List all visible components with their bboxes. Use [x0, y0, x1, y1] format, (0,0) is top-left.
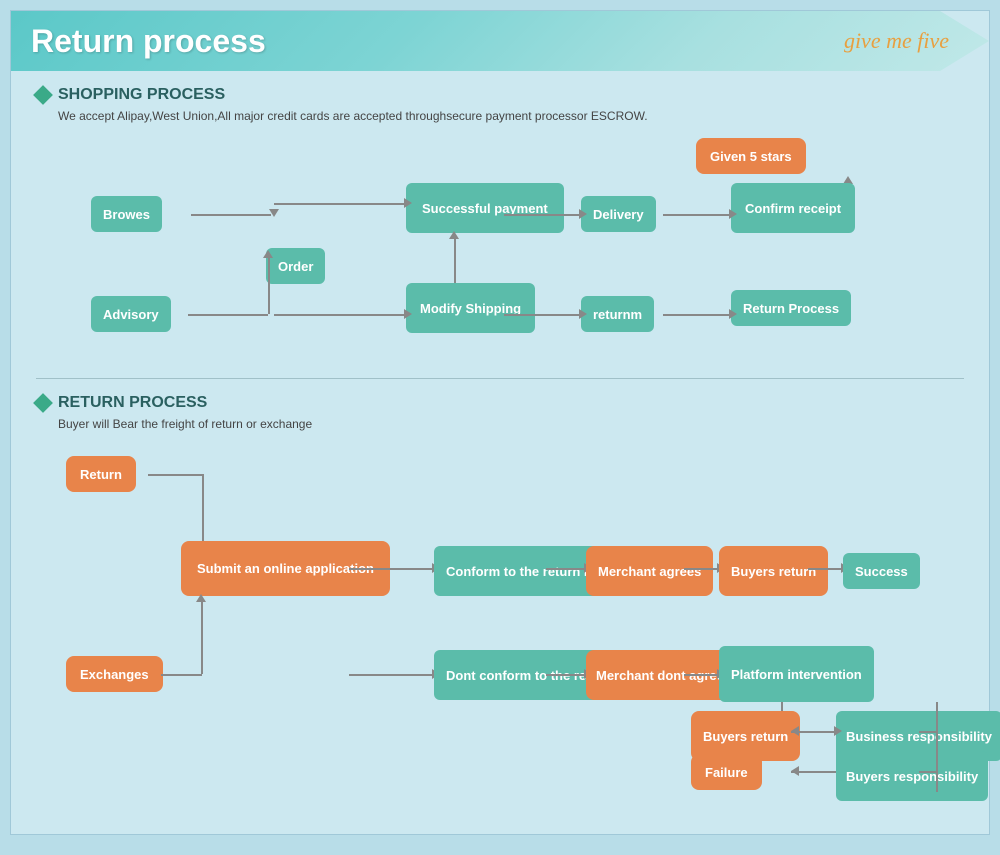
- given-5-stars-box: Given 5 stars: [696, 138, 806, 174]
- header-logo: give me five: [844, 28, 949, 54]
- confirm-receipt-box: Confirm receipt: [731, 183, 855, 233]
- shopping-section-header: SHOPPING PROCESS: [36, 86, 964, 104]
- exchanges-up-line: [201, 598, 203, 674]
- dont-to-merchant-dont-line: [546, 674, 586, 676]
- to-payment-arrow: [404, 198, 412, 208]
- modify-shipping-box: Modify Shipping: [406, 283, 535, 333]
- return-subtitle: Buyer will Bear the freight of return or…: [36, 417, 964, 431]
- to-payment-line: [274, 203, 406, 205]
- payment-to-delivery-arrow: [579, 209, 587, 219]
- modify-to-payment-line: [454, 235, 456, 283]
- confirm-receipt-label: Confirm receipt: [731, 183, 855, 233]
- return-process-box: Return Process: [731, 290, 851, 326]
- successful-payment-label: Successful payment: [406, 183, 564, 233]
- return-button-box: Return: [66, 456, 136, 492]
- buyers-responsibility-label: Buyers responsibility: [836, 751, 988, 801]
- return-btn-label: Return: [66, 456, 136, 492]
- return-process-label: Return Process: [731, 290, 851, 326]
- buyers-responsibility-box: Buyers responsibility: [836, 751, 988, 801]
- return-section-header: RETURN PROCESS: [36, 394, 964, 412]
- platform-intervention-label: Platform intervention: [719, 646, 874, 702]
- advisory-up-arrow: [263, 250, 273, 258]
- delivery-to-confirm-arrow: [729, 209, 737, 219]
- submit-to-conform-line: [349, 568, 434, 570]
- header-title: Return process: [31, 23, 266, 60]
- buyers-to-success-line: [808, 568, 843, 570]
- browes-arrow-down: [269, 209, 279, 217]
- delivery-to-confirm-line: [663, 214, 731, 216]
- modify-to-returnm-arrow: [579, 309, 587, 319]
- exchanges-label: Exchanges: [66, 656, 163, 692]
- platform-to-buyers-right-line: [919, 771, 936, 773]
- submit-to-dont-line: [349, 674, 434, 676]
- shopping-title: SHOPPING PROCESS: [58, 86, 225, 104]
- returnm-box: returnm: [581, 296, 654, 332]
- success-label: Success: [843, 553, 920, 589]
- main-container: Return process give me five SHOPPING PRO…: [10, 10, 990, 835]
- successful-payment-box: Successful payment: [406, 183, 564, 233]
- order-label: Order: [266, 248, 325, 284]
- modify-shipping-label: Modify Shipping: [406, 283, 535, 333]
- given-5-stars-label: Given 5 stars: [696, 138, 806, 174]
- to-modify-arrow: [404, 309, 412, 319]
- browes-label: Browes: [91, 196, 162, 232]
- merchant-agrees-box: Merchant agrees: [586, 546, 713, 596]
- advisory-box: Advisory: [91, 296, 171, 332]
- payment-to-delivery-line: [504, 214, 581, 216]
- modify-to-returnm-line: [504, 314, 581, 316]
- buyers-resp-to-failure-arrow: [791, 766, 799, 776]
- delivery-box: Delivery: [581, 196, 656, 232]
- buyers-return-label1: Buyers return: [719, 546, 828, 596]
- shopping-subtitle: We accept Alipay,West Union,All major cr…: [36, 109, 964, 123]
- advisory-label: Advisory: [91, 296, 171, 332]
- merchant-dont-to-platform-line: [684, 674, 719, 676]
- exchanges-box: Exchanges: [66, 656, 163, 692]
- delivery-label: Delivery: [581, 196, 656, 232]
- diamond-icon-return: [33, 393, 53, 413]
- browes-box: Browes: [91, 196, 162, 232]
- exchanges-up-arrow: [196, 594, 206, 602]
- platform-intervention-box: Platform intervention: [719, 646, 874, 702]
- advisory-right-line: [188, 314, 268, 316]
- advisory-up-line: [268, 254, 270, 314]
- platform-to-biz-right-line: [919, 731, 936, 733]
- order-box: Order: [266, 248, 325, 284]
- returnm-to-rp-line: [663, 314, 731, 316]
- exchanges-right-line: [161, 674, 202, 676]
- return-right-line: [148, 474, 203, 476]
- biz-to-buyers2-arrow: [791, 726, 799, 736]
- failure-label: Failure: [691, 754, 762, 790]
- platform-bracket-line: [936, 702, 938, 792]
- shopping-flow-diagram: Given 5 stars Browes Successful payment: [36, 138, 964, 358]
- success-box: Success: [843, 553, 920, 589]
- buyers-return-box1: Buyers return: [719, 546, 828, 596]
- returnm-label: returnm: [581, 296, 654, 332]
- modify-to-payment-arrow: [449, 231, 459, 239]
- to-modify-line: [274, 314, 406, 316]
- content-area: SHOPPING PROCESS We accept Alipay,West U…: [11, 71, 989, 811]
- returnm-to-rp-arrow: [729, 309, 737, 319]
- section-divider: [36, 378, 964, 379]
- return-title: RETURN PROCESS: [58, 394, 207, 412]
- conform-to-merchant-line: [546, 568, 586, 570]
- merchant-to-buyers-line: [684, 568, 719, 570]
- return-down-line: [202, 474, 204, 546]
- merchant-agrees-label: Merchant agrees: [586, 546, 713, 596]
- failure-box: Failure: [691, 754, 762, 790]
- header-banner: Return process give me five: [11, 11, 989, 71]
- diamond-icon-shopping: [33, 85, 53, 105]
- browes-to-line: [191, 214, 271, 216]
- return-flow-diagram: Return Submit an online application Conf…: [36, 446, 964, 776]
